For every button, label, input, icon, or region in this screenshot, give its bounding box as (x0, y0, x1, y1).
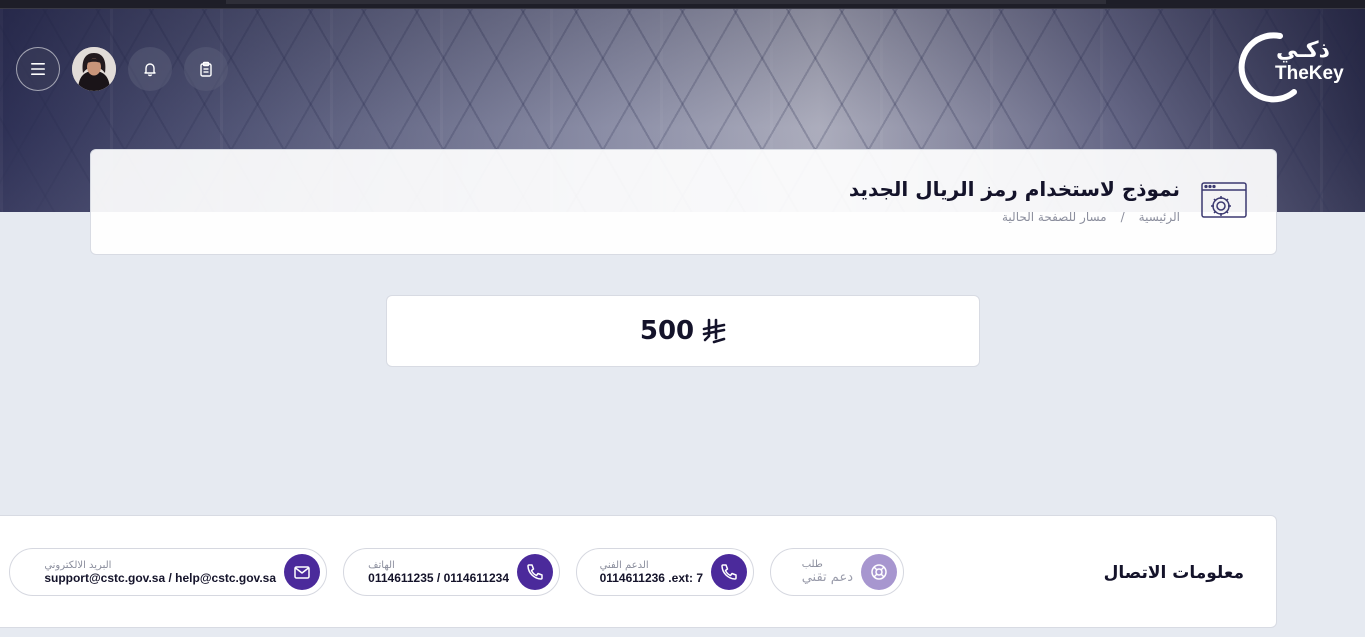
avatar-image (72, 47, 116, 91)
phone-value: 0114611235 / 0114611234 (368, 570, 509, 585)
lifebuoy-icon (861, 554, 897, 590)
tech-support-label: الدعم الفني (599, 559, 649, 571)
email-label: البريد الالكتروني (44, 559, 112, 571)
tasks-button[interactable] (184, 47, 228, 91)
tech-support-pill[interactable]: الدعم الفني 0114611236 .ext: 7 (576, 548, 754, 596)
support-request-value: دعم تقني (801, 570, 853, 585)
email-value: support@cstc.gov.sa / help@cstc.gov.sa (44, 570, 276, 585)
contact-info-card: معلومات الاتصال طلب دعم تقني الدعم الفني… (0, 515, 1277, 628)
support-request-label: طلب (801, 559, 823, 570)
user-avatar[interactable] (72, 47, 116, 91)
logo-arabic: ذكـي (1276, 38, 1330, 63)
page-title: نموذج لاستخدام رمز الريال الجديد (848, 177, 1180, 201)
mail-icon (284, 554, 320, 590)
notifications-button[interactable] (128, 47, 172, 91)
breadcrumb: الرئيسية / مسار للصفحة الحالية (1002, 210, 1180, 224)
phone-icon (517, 554, 553, 590)
hamburger-icon (31, 63, 45, 75)
breadcrumb-home[interactable]: الرئيسية (1139, 210, 1180, 224)
amount-card: 500 (386, 295, 980, 367)
bell-icon (144, 63, 156, 77)
email-pill[interactable]: البريد الالكتروني support@cstc.gov.sa / … (9, 548, 327, 596)
phone-pill[interactable]: الهاتف 0114611235 / 0114611234 (343, 548, 560, 596)
phone-label: الهاتف (368, 559, 395, 571)
settings-window-icon (1201, 182, 1247, 222)
clipboard-icon (200, 61, 212, 77)
page-header-card: نموذج لاستخدام رمز الريال الجديد الرئيسي… (90, 149, 1277, 255)
logo-english: TheKey (1275, 63, 1344, 84)
phone-icon (711, 554, 747, 590)
amount-value: 500 (639, 316, 695, 346)
top-strip (0, 0, 1365, 9)
contact-title: معلومات الاتصال (1103, 563, 1244, 583)
breadcrumb-separator: / (1120, 210, 1125, 224)
support-request-pill[interactable]: طلب دعم تقني (770, 548, 904, 596)
breadcrumb-current: مسار للصفحة الحالية (1002, 210, 1107, 224)
tech-support-value: 0114611236 .ext: 7 (599, 570, 703, 585)
thekey-logo[interactable]: ذكـي TheKey (1234, 30, 1349, 105)
saudi-riyal-icon (702, 318, 726, 344)
menu-button[interactable] (16, 47, 60, 91)
